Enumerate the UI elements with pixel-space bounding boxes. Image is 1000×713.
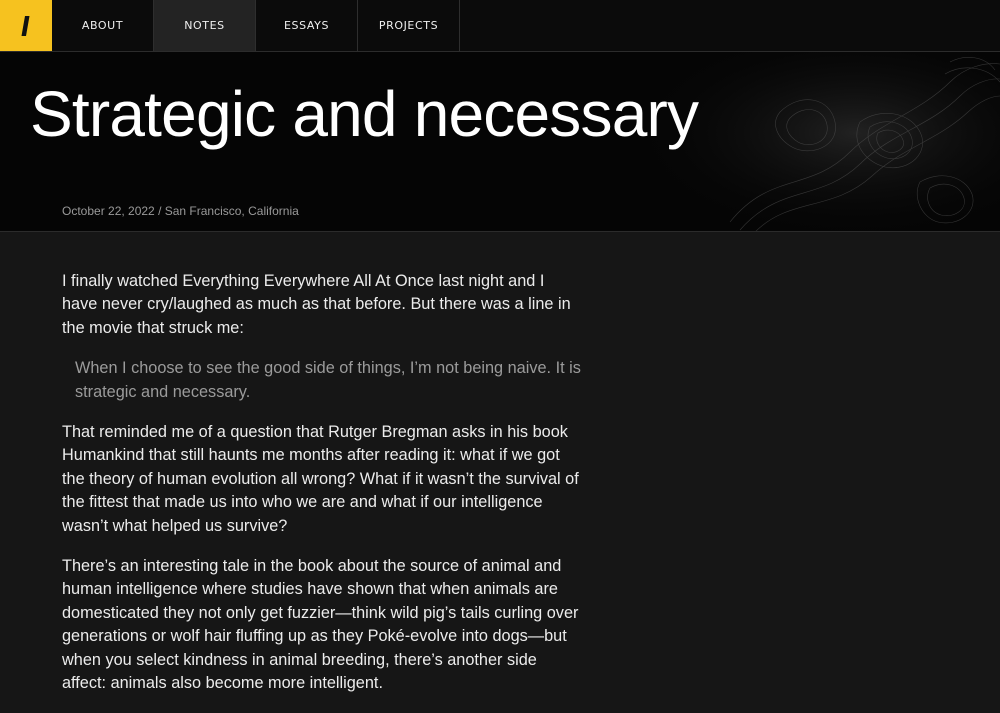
post-header: Strategic and necessary October 22, 2022… <box>0 52 1000 232</box>
paragraph: There’s an interesting tale in the book … <box>62 557 579 693</box>
nav-essays[interactable]: ESSAYS <box>256 0 358 51</box>
logo-home-link[interactable] <box>0 0 52 51</box>
nav-projects[interactable]: PROJECTS <box>358 0 460 51</box>
paragraph: That reminded me of a question that Rutg… <box>62 423 579 535</box>
nav-notes[interactable]: NOTES <box>154 0 256 51</box>
nav-essays-label: ESSAYS <box>283 19 330 32</box>
slash-logo-icon <box>21 15 30 36</box>
nav-notes-label: NOTES <box>184 19 225 32</box>
top-navigation: ABOUT NOTES ESSAYS PROJECTS <box>0 0 1000 52</box>
blockquote: When I choose to see the good side of th… <box>75 359 581 401</box>
paragraph: I finally watched Everything Everywhere … <box>62 272 571 337</box>
post-body: I finally watched Everything Everywhere … <box>62 270 582 713</box>
post-title: Strategic and necessary <box>30 78 699 150</box>
post-date-location: October 22, 2022 / San Francisco, Califo… <box>62 204 299 218</box>
nav-about-label: ABOUT <box>81 19 124 32</box>
nav-about[interactable]: ABOUT <box>52 0 154 51</box>
nav-projects-label: PROJECTS <box>378 19 439 32</box>
